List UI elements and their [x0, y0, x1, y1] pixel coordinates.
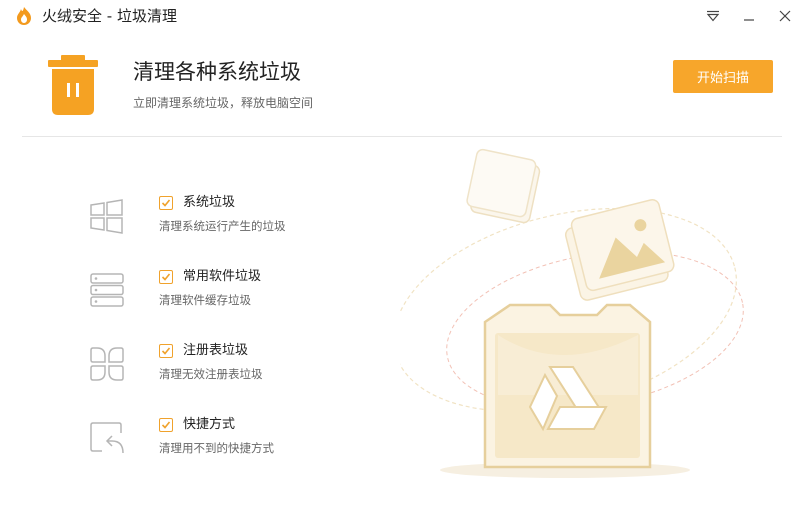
check-icon: [161, 421, 171, 429]
menu-triangle-icon: [706, 10, 720, 22]
minimize-icon: [744, 19, 754, 21]
trash-bin-icon: [48, 55, 98, 115]
item-title: 常用软件垃圾: [183, 269, 262, 284]
shortcut-arrow-icon: [90, 422, 124, 454]
server-stack-icon: [90, 273, 124, 307]
check-icon: [161, 273, 171, 281]
floating-card: [466, 148, 541, 224]
check-icon: [161, 347, 171, 355]
system-junk-checkbox[interactable]: [159, 196, 173, 210]
registry-grid-icon: [90, 347, 124, 381]
windows-icon: [90, 199, 123, 234]
item-title: 快捷方式: [183, 417, 236, 432]
window-title: 火绒安全 - 垃圾清理: [42, 7, 177, 25]
clean-item-system: 系统垃圾 清理系统运行产生的垃圾: [0, 192, 400, 252]
clean-item-registry: 注册表垃圾 清理无效注册表垃圾: [0, 340, 400, 400]
cleanup-illustration: [400, 148, 744, 478]
huorong-logo-icon: [17, 7, 31, 25]
menu-triangle-button[interactable]: [702, 5, 724, 27]
page-subtitle: 立即清理系统垃圾，释放电脑空间: [133, 96, 314, 110]
minimize-button[interactable]: [738, 5, 760, 27]
registry-junk-checkbox[interactable]: [159, 344, 173, 358]
item-description: 清理软件缓存垃圾: [159, 293, 251, 307]
header-divider: [22, 136, 782, 137]
drive-box: [483, 303, 652, 469]
item-description: 清理系统运行产生的垃圾: [159, 219, 286, 233]
title-bar: 火绒安全 - 垃圾清理: [0, 0, 803, 32]
close-button[interactable]: [774, 5, 796, 27]
item-description: 清理无效注册表垃圾: [159, 367, 263, 381]
item-description: 清理用不到的快捷方式: [159, 441, 274, 455]
software-junk-checkbox[interactable]: [159, 270, 173, 284]
check-icon: [161, 199, 171, 207]
clean-item-software: 常用软件垃圾 清理软件缓存垃圾: [0, 266, 400, 326]
close-icon: [779, 10, 791, 22]
start-scan-button[interactable]: 开始扫描: [673, 60, 773, 93]
shortcut-checkbox[interactable]: [159, 418, 173, 432]
clean-item-shortcuts: 快捷方式 清理用不到的快捷方式: [0, 414, 400, 474]
page-title: 清理各种系统垃圾: [133, 60, 301, 84]
picture-card-icon: [564, 199, 675, 301]
item-title: 注册表垃圾: [183, 343, 249, 358]
item-title: 系统垃圾: [183, 195, 236, 210]
